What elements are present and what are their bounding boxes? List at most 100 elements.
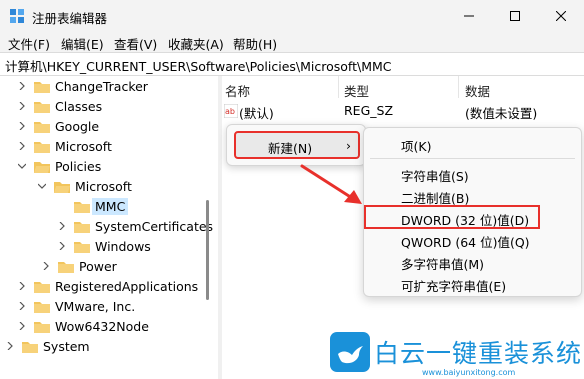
menu-edit[interactable]: 编辑(E) [61, 34, 104, 53]
menu-view[interactable]: 查看(V) [114, 34, 157, 53]
tree-item-label: Classes [55, 98, 103, 114]
submenu-item-key[interactable]: 项(K) [401, 136, 431, 155]
chevron-right-icon[interactable] [56, 220, 68, 232]
folder-open-icon [54, 180, 70, 193]
tree-item-label: Wow6432Node [55, 318, 149, 334]
tree-item-label: Policies [55, 158, 102, 174]
close-icon [556, 11, 566, 21]
chevron-right-icon[interactable] [16, 120, 28, 132]
tree-item-label: RegisteredApplications [55, 278, 199, 294]
context-menu-new[interactable]: 新建(N) › [234, 131, 360, 159]
tree-item-classes[interactable]: Classes [16, 96, 102, 116]
tree-item-label: Google [55, 118, 100, 134]
chevron-right-icon[interactable] [16, 320, 28, 332]
window-title: 注册表编辑器 [32, 11, 108, 26]
column-header-name[interactable]: 名称 [225, 81, 250, 100]
chevron-right-icon[interactable] [16, 80, 28, 92]
column-divider[interactable] [458, 76, 459, 98]
menu-bar: 文件(F) 编辑(E) 查看(V) 收藏夹(A) 帮助(H) [0, 32, 584, 52]
address-bar[interactable]: 计算机\HKEY_CURRENT_USER\Software\Policies\… [0, 52, 584, 76]
tree-item-windows[interactable]: Windows [56, 236, 151, 256]
folder-icon [74, 200, 90, 213]
submenu-item-expandstring[interactable]: 可扩充字符串值(E) [401, 276, 506, 295]
menu-file[interactable]: 文件(F) [8, 34, 50, 53]
tree-item-microsoft[interactable]: Microsoft [16, 136, 112, 156]
column-divider[interactable] [338, 76, 339, 98]
submenu-item-qword[interactable]: QWORD (64 位)值(Q) [401, 232, 530, 251]
chevron-down-icon[interactable] [36, 180, 48, 192]
tree-item-policies[interactable]: Policies [16, 156, 101, 176]
tree-item-changetracker[interactable]: ChangeTracker [16, 76, 148, 96]
value-type: REG_SZ [344, 103, 394, 118]
tree-scrollbar-thumb[interactable] [206, 200, 209, 300]
column-header-type[interactable]: 类型 [344, 81, 369, 100]
regedit-app-icon [10, 9, 24, 23]
tree-item-systemcertificates[interactable]: SystemCertificates [56, 216, 213, 236]
tree-item-policies-microsoft[interactable]: Microsoft [36, 176, 132, 196]
folder-open-icon [34, 160, 50, 173]
tree-item-power[interactable]: Power [40, 256, 117, 276]
tree-item-label: MMC [92, 197, 129, 215]
annotation-arrow-icon [300, 164, 362, 204]
folder-icon [34, 300, 50, 313]
tree-item-google[interactable]: Google [16, 116, 99, 136]
chevron-right-icon[interactable] [16, 140, 28, 152]
folder-icon [34, 100, 50, 113]
tree-item-wow6432node[interactable]: Wow6432Node [16, 316, 149, 336]
folder-icon [34, 120, 50, 133]
value-data: (数值未设置) [465, 106, 538, 121]
tree-item-label: ChangeTracker [55, 78, 148, 94]
tree-item-label: Microsoft [75, 178, 132, 194]
column-header-data[interactable]: 数据 [465, 81, 490, 100]
chevron-right-icon[interactable] [16, 280, 28, 292]
menu-favorites[interactable]: 收藏夹(A) [168, 34, 224, 53]
folder-icon [58, 260, 74, 273]
tree-item-label: SystemCertificates [95, 218, 214, 234]
tree-item-registeredapplications[interactable]: RegisteredApplications [16, 276, 198, 296]
submenu-item-multistring[interactable]: 多字符串值(M) [401, 254, 484, 273]
value-name[interactable]: (默认) [239, 103, 274, 122]
tree-item-label: Windows [95, 238, 151, 254]
tree-item-vmware[interactable]: VMware, Inc. [16, 296, 135, 316]
tree-item-label: VMware, Inc. [55, 298, 136, 314]
chevron-right-icon[interactable] [16, 100, 28, 112]
chevron-right-icon[interactable] [4, 340, 16, 352]
submenu-divider [370, 158, 575, 159]
folder-icon [74, 220, 90, 233]
folder-icon [34, 80, 50, 93]
chevron-down-icon[interactable] [16, 160, 28, 172]
submenu-item-string[interactable]: 字符串值(S) [401, 166, 469, 185]
folder-icon [74, 240, 90, 253]
watermark: 白云一键重装系统 www.baiyunxitong.com [330, 330, 584, 379]
maximize-icon [510, 11, 520, 21]
menu-help[interactable]: 帮助(H) [233, 34, 277, 53]
chevron-right-icon[interactable] [40, 260, 52, 272]
tree-item-label: System [43, 338, 90, 354]
title-bar: 注册表编辑器 [0, 0, 584, 32]
address-path[interactable]: 计算机\HKEY_CURRENT_USER\Software\Policies\… [5, 56, 392, 75]
minimize-button[interactable] [446, 0, 492, 32]
tree-item-system[interactable]: System [4, 336, 90, 356]
watermark-url: www.baiyunxitong.com [422, 368, 516, 377]
tree-item-label: Microsoft [55, 138, 112, 154]
folder-icon [34, 140, 50, 153]
maximize-button[interactable] [492, 0, 538, 32]
watermark-title: 白云一键重装系统 [374, 339, 583, 368]
close-button[interactable] [538, 0, 584, 32]
chevron-right-icon: › [346, 138, 351, 153]
registry-tree: ChangeTracker Classes Google Microsoft P… [0, 76, 218, 379]
svg-text:ab: ab [225, 107, 235, 116]
folder-icon [34, 320, 50, 333]
string-value-icon: ab [224, 104, 238, 118]
folder-icon [22, 340, 38, 353]
minimize-icon [464, 15, 474, 17]
tree-item-mmc[interactable]: MMC [56, 196, 129, 216]
folder-icon [34, 280, 50, 293]
context-menu-new-label: 新建(N) [268, 141, 313, 156]
tree-item-label: Power [79, 258, 117, 274]
dword-highlight-box [364, 205, 540, 229]
bird-logo-icon [330, 332, 370, 372]
chevron-right-icon[interactable] [56, 240, 68, 252]
chevron-right-icon[interactable] [16, 300, 28, 312]
